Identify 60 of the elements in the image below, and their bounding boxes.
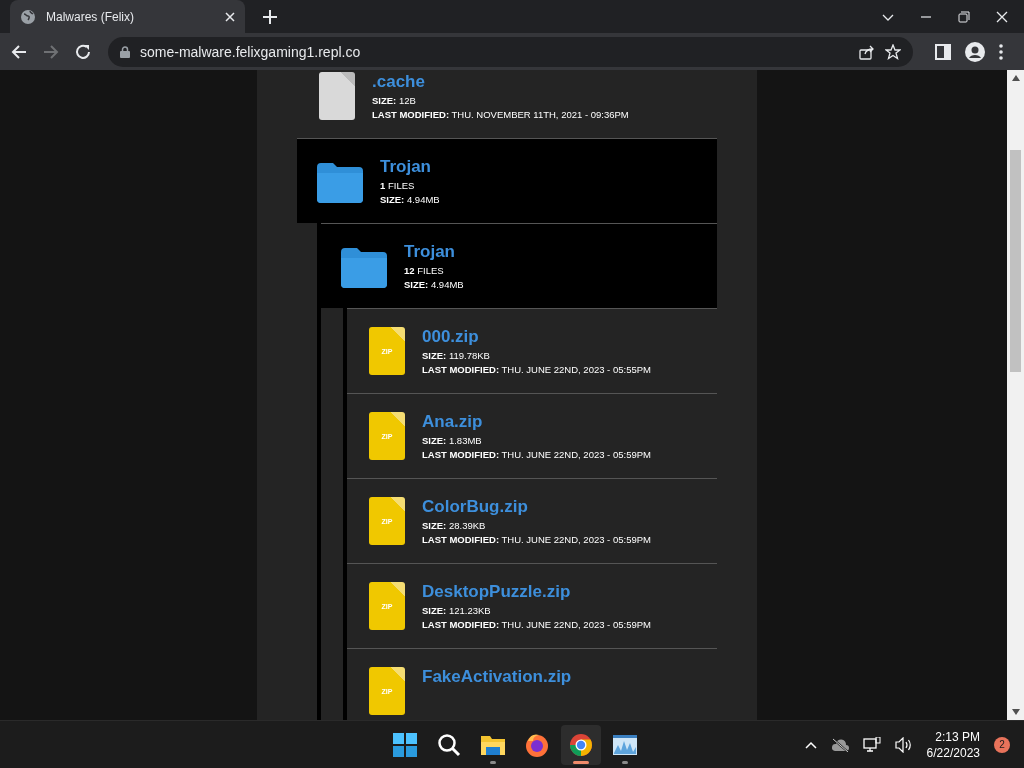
file-detail: 12 FILES bbox=[404, 265, 445, 276]
windows-logo-icon bbox=[393, 732, 417, 757]
folder-row[interactable]: Trojan 1 FILES SIZE: 4.94MB bbox=[297, 138, 717, 223]
file-detail: SIZE: 119.78KB bbox=[422, 350, 491, 361]
file-detail: LAST MODIFIED: THU. JUNE 22ND, 2023 - 05:59PM bbox=[422, 619, 651, 630]
folder-name[interactable]: Trojan bbox=[380, 157, 440, 177]
folder-row[interactable]: Trojan 12 FILES SIZE: 4.94MB bbox=[321, 223, 717, 308]
reload-icon[interactable] bbox=[74, 42, 92, 61]
back-arrow-icon[interactable] bbox=[10, 42, 28, 61]
profile-icon[interactable] bbox=[965, 41, 985, 62]
star-icon[interactable] bbox=[885, 43, 901, 60]
chart-window-icon bbox=[613, 732, 637, 757]
file-detail: LAST MODIFIED: THU. JUNE 22ND, 2023 - 05:59PM bbox=[422, 449, 651, 460]
file-detail: LAST MODIFIED: THU. JUNE 22ND, 2023 - 05:55PM bbox=[422, 364, 651, 375]
chevron-up-icon[interactable] bbox=[804, 740, 817, 749]
file-detail: SIZE: 28.39KB bbox=[422, 520, 487, 531]
scroll-up-arrow-icon[interactable] bbox=[1011, 75, 1020, 81]
cloud-off-icon[interactable] bbox=[830, 737, 849, 752]
browser-tab[interactable]: Malwares (Felix) bbox=[10, 0, 245, 33]
file-detail: SIZE: 121.23KB bbox=[422, 605, 492, 616]
file-name[interactable]: FakeActivation.zip bbox=[422, 667, 572, 687]
file-detail: 1 FILES bbox=[380, 180, 416, 191]
round-browser-icon bbox=[569, 732, 593, 757]
file-name[interactable]: Ana.zip bbox=[422, 412, 651, 432]
folder-icon bbox=[317, 163, 363, 203]
close-icon[interactable] bbox=[225, 11, 235, 22]
globe-icon bbox=[20, 8, 36, 25]
file-detail: SIZE: 1.83MB bbox=[422, 435, 483, 446]
search-icon bbox=[437, 732, 461, 757]
scroll-down-arrow-icon[interactable] bbox=[1011, 709, 1020, 715]
menu-icon[interactable] bbox=[999, 43, 1003, 60]
network-icon[interactable] bbox=[862, 736, 881, 753]
file-icon bbox=[319, 72, 355, 120]
file-name[interactable]: DesktopPuzzle.zip bbox=[422, 582, 651, 602]
share-icon[interactable] bbox=[859, 43, 875, 60]
file-detail: SIZE: 4.94MB bbox=[404, 279, 464, 290]
scrollbar[interactable] bbox=[1007, 70, 1024, 720]
taskbar-app[interactable] bbox=[561, 724, 601, 765]
folder-icon bbox=[341, 248, 387, 288]
file-detail: LAST MODIFIED: THU. JUNE 22ND, 2023 - 05:59PM bbox=[422, 534, 651, 545]
notification-badge[interactable]: 2 bbox=[994, 736, 1010, 753]
tab-title: Malwares (Felix) bbox=[46, 9, 135, 24]
file-detail: SIZE: 12B bbox=[372, 95, 417, 106]
fox-browser-icon bbox=[525, 732, 549, 757]
lock-icon bbox=[120, 45, 130, 58]
folder-name[interactable]: Trojan bbox=[404, 242, 464, 262]
address-bar[interactable]: some-malware.felixgaming1.repl.co bbox=[108, 36, 913, 67]
file-detail: LAST MODIFIED: THU. NOVEMBER 11TH, 2021 - 09:36PM bbox=[372, 109, 629, 120]
file-detail: SIZE: 4.94MB bbox=[380, 194, 440, 205]
speaker-icon[interactable] bbox=[894, 736, 913, 753]
close-icon[interactable] bbox=[996, 10, 1008, 23]
new-tab-icon[interactable] bbox=[263, 9, 277, 24]
file-row[interactable]: .cache SIZE: 12B LAST MODIFIED: THU. NOVEMBER 11TH, 2021 - 09:36PM bbox=[297, 70, 717, 138]
clock[interactable]: 2:13 PM 6/22/2023 bbox=[926, 728, 980, 761]
restore-icon[interactable] bbox=[958, 10, 970, 23]
side-panel-icon[interactable] bbox=[935, 43, 951, 60]
scrollbar-thumb[interactable] bbox=[1010, 150, 1021, 372]
file-name[interactable]: .cache bbox=[372, 72, 629, 92]
file-name[interactable]: 000.zip bbox=[422, 327, 651, 347]
file-name[interactable]: ColorBug.zip bbox=[422, 497, 651, 517]
